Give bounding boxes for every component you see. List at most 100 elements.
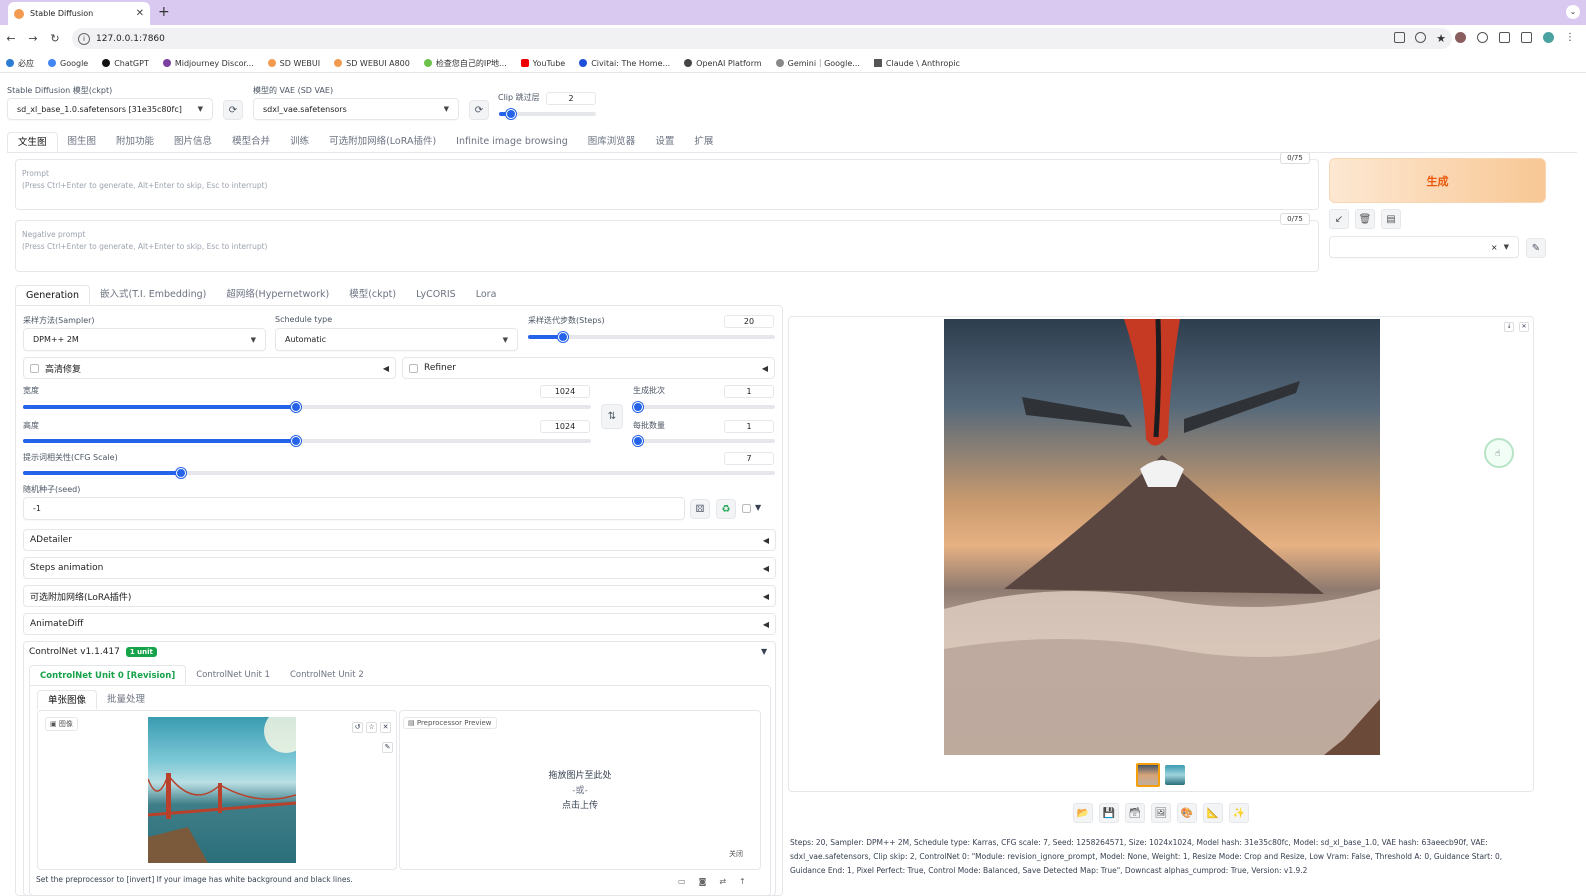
sparkle-button[interactable]: ✨ (1229, 803, 1249, 823)
adetailer-accordion[interactable]: ADetailer ◀ (23, 529, 776, 551)
clear-prompt-button[interactable]: 🗑 (1355, 209, 1375, 229)
seed-input[interactable]: -1 (23, 497, 685, 520)
browser-tab[interactable]: Stable Diffusion ✕ (8, 2, 150, 25)
bookmark-item[interactable]: 必应 (6, 58, 34, 69)
hires-fix-checkbox[interactable] (30, 363, 39, 373)
hires-fix-accordion[interactable]: 高清修复 ◀ (23, 357, 396, 379)
tab-extensions[interactable]: 扩展 (684, 132, 723, 152)
swap-dimensions-button[interactable]: ⇅ (601, 404, 623, 429)
send-to-inpaint-button[interactable]: 🎨 (1177, 803, 1197, 823)
tab-extras[interactable]: 附加功能 (106, 132, 164, 152)
height-slider[interactable] (23, 435, 591, 447)
profile-avatar[interactable] (1543, 32, 1554, 43)
batch-count-input[interactable]: 1 (724, 385, 774, 398)
tab-controlnet-unit-2[interactable]: ControlNet Unit 2 (280, 665, 374, 685)
tab-hypernetwork[interactable]: 超网络(Hypernetwork) (216, 285, 339, 305)
camera-icon[interactable]: ◙ (699, 877, 707, 886)
save-button[interactable]: 💾 (1099, 803, 1119, 823)
bookmark-star-icon[interactable]: ★ (1436, 32, 1446, 45)
cfg-slider[interactable] (23, 467, 775, 479)
negative-prompt-textarea[interactable]: Negative prompt (Press Ctrl+Enter to gen… (15, 220, 1319, 272)
generated-image[interactable] (944, 319, 1380, 755)
schedule-dropdown[interactable]: Automatic ▼ (275, 328, 518, 351)
tab-img2img[interactable]: 图生图 (58, 132, 107, 152)
omnibox[interactable]: i 127.0.0.1:7860 (72, 28, 1452, 49)
tab-settings[interactable]: 设置 (645, 132, 684, 152)
gallery-thumbnail-1[interactable] (1136, 763, 1160, 787)
translate-icon[interactable] (1394, 32, 1406, 43)
tab-png-info[interactable]: 图片信息 (164, 132, 222, 152)
animatediff-accordion[interactable]: AnimateDiff ◀ (23, 613, 776, 635)
bookmark-item[interactable]: SD WEBUI A800 (334, 59, 410, 68)
bookmark-item[interactable]: Google (48, 59, 88, 68)
bookmark-item[interactable]: 检查您自己的IP地... (423, 58, 507, 69)
width-slider[interactable] (23, 401, 591, 413)
slider-thumb[interactable] (291, 402, 301, 412)
refiner-checkbox[interactable] (409, 363, 418, 373)
tab-lora[interactable]: Lora (466, 285, 507, 305)
tab-generation[interactable]: Generation (15, 285, 90, 305)
tab-additional-networks[interactable]: 可选附加网络(LoRA插件) (319, 132, 446, 152)
refiner-accordion[interactable]: Refiner ◀ (402, 357, 775, 379)
swap-icon[interactable]: ⇄ (719, 877, 726, 886)
random-seed-button[interactable]: ⚄ (690, 499, 710, 519)
slider-thumb[interactable] (506, 109, 516, 119)
vae-dropdown[interactable]: sdxl_vae.safetensors ▼ (253, 98, 459, 120)
note-icon[interactable]: ▭ (678, 877, 686, 886)
sidebar-icon[interactable] (1521, 32, 1532, 43)
reload-icon[interactable]: ↻ (44, 32, 66, 45)
slider-thumb[interactable] (633, 436, 643, 446)
slider-thumb[interactable] (291, 436, 301, 446)
slider-thumb[interactable] (176, 468, 186, 478)
slider-thumb[interactable] (558, 332, 568, 342)
tab-embedding[interactable]: 嵌入式(T.I. Embedding) (90, 285, 216, 305)
bookmark-item[interactable]: Gemini｜Google... (775, 58, 860, 69)
edit-styles-button[interactable]: ✎ (1526, 238, 1546, 258)
refresh-model-button[interactable]: ⟳ (223, 100, 243, 120)
extension-icon[interactable] (1455, 32, 1466, 43)
bookmark-item[interactable]: OpenAI Platform (684, 59, 762, 68)
back-icon[interactable]: ← (0, 32, 22, 45)
bookmark-item[interactable]: ChatGPT (102, 59, 149, 68)
generate-button[interactable]: 生成 (1329, 158, 1546, 203)
bookmark-item[interactable]: Midjourney Discor... (162, 59, 254, 68)
menu-kebab-icon[interactable]: ⋮ (1565, 32, 1576, 43)
tab-controlnet-unit-0[interactable]: ControlNet Unit 0 [Revision] (29, 665, 187, 685)
batch-count-slider[interactable] (633, 401, 775, 413)
tab-search-icon[interactable]: ⌄ (1566, 5, 1580, 19)
tab-checkpoint-merger[interactable]: 模型合并 (222, 132, 280, 152)
slider-thumb[interactable] (633, 402, 643, 412)
sampler-dropdown[interactable]: DPM++ 2M ▼ (23, 328, 266, 351)
tab-train[interactable]: 训练 (280, 132, 319, 152)
upload-dropzone[interactable]: 拖放图片至此处 -或- 点击上传 (399, 769, 761, 814)
gallery-thumbnail-2[interactable] (1165, 765, 1185, 785)
steps-input[interactable]: 20 (724, 315, 774, 328)
model-dropdown[interactable]: sd_xl_base_1.0.safetensors [31e35c80fc] ▼ (7, 98, 213, 120)
bookmark-item[interactable]: Claude \ Anthropic (873, 59, 960, 68)
bookmark-item[interactable]: SD WEBUI (267, 59, 320, 68)
close-icon[interactable]: ✕ (380, 722, 391, 733)
bookmark-item[interactable]: Civitai: The Home... (579, 59, 670, 68)
bookmark-item[interactable]: YouTube (520, 59, 565, 68)
cfg-input[interactable]: 7 (724, 452, 774, 465)
edit-brush-icon[interactable]: ✎ (382, 742, 393, 753)
tab-close-icon[interactable]: ✕ (136, 8, 144, 19)
width-input[interactable]: 1024 (540, 385, 590, 398)
new-tab-icon[interactable]: + (158, 4, 170, 20)
additional-networks-accordion[interactable]: 可选附加网络(LoRA插件) ◀ (23, 585, 776, 607)
zip-button[interactable]: 🗃 (1125, 803, 1145, 823)
tab-batch[interactable]: 批量处理 (97, 690, 155, 710)
prompt-textarea[interactable]: Prompt (Press Ctrl+Enter to generate, Al… (15, 159, 1319, 210)
close-preview-button[interactable]: 关闭 (729, 849, 743, 859)
history-icon[interactable] (1477, 32, 1488, 43)
star-icon[interactable]: ☆ (366, 722, 377, 733)
batch-size-slider[interactable] (633, 435, 775, 447)
upload-icon[interactable]: ↑ (739, 877, 746, 886)
download-icon[interactable]: ↓ (1504, 322, 1514, 332)
clip-skip-slider[interactable] (499, 108, 596, 120)
tab-single-image[interactable]: 单张图像 (37, 690, 98, 710)
tab-controlnet-unit-1[interactable]: ControlNet Unit 1 (186, 665, 280, 685)
tab-txt2img[interactable]: 文生图 (7, 132, 58, 152)
reuse-seed-button[interactable]: ♻ (716, 499, 736, 519)
read-params-button[interactable]: ↙ (1329, 209, 1349, 229)
